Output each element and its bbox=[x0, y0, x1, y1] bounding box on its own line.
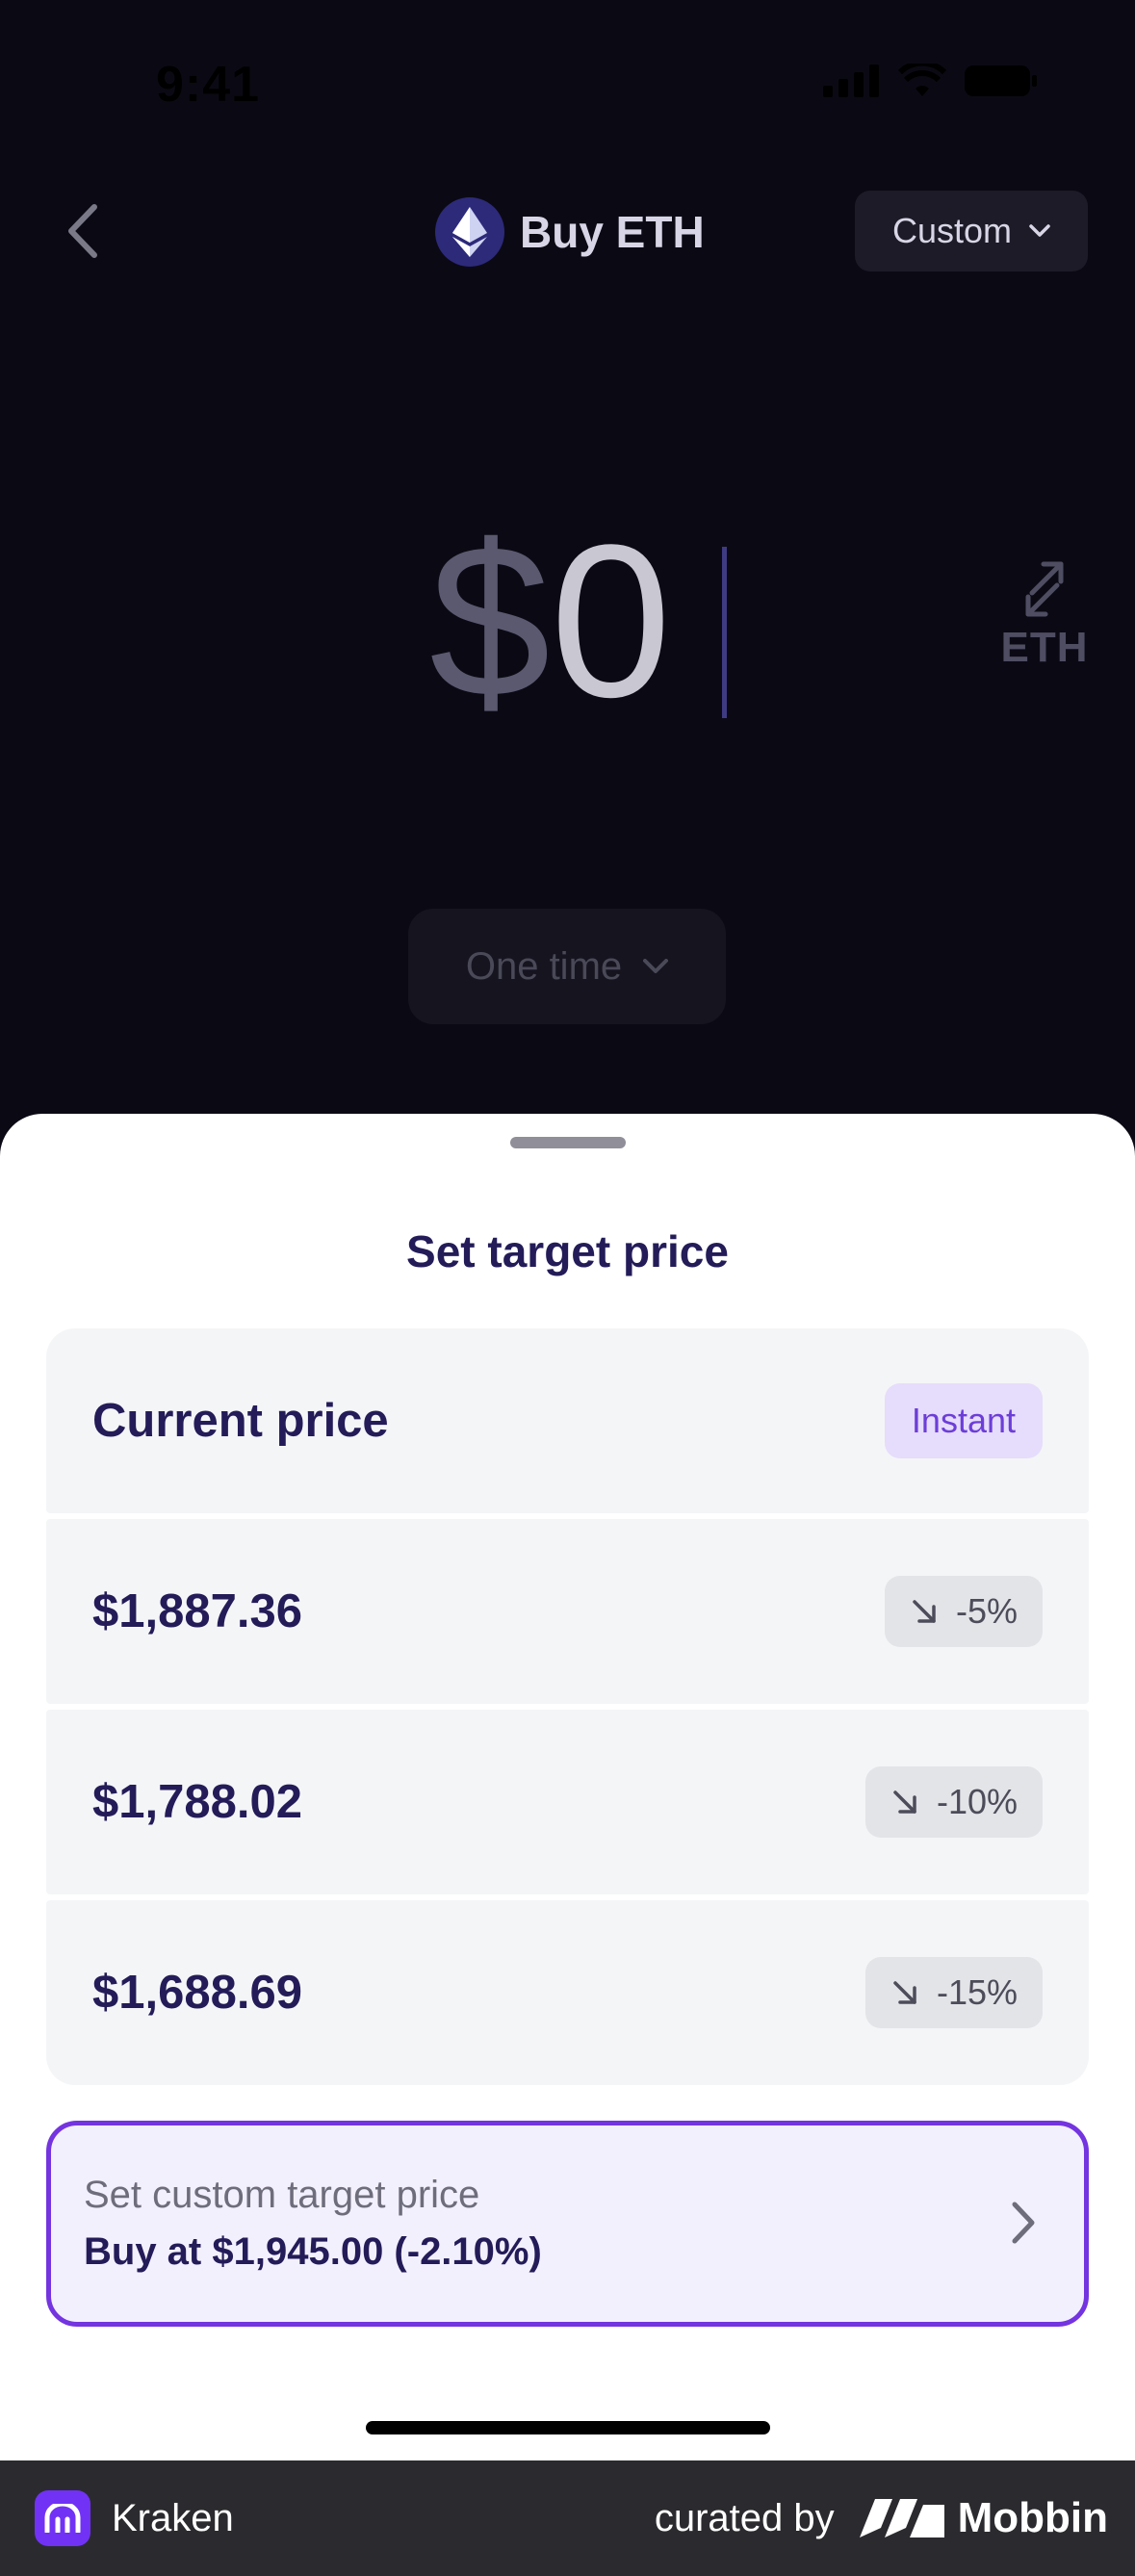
ethereum-icon bbox=[435, 197, 504, 267]
custom-target-subtitle: Buy at $1,945.00 (-2.10%) bbox=[84, 2230, 542, 2273]
amount-display[interactable]: $ 0 bbox=[429, 499, 672, 742]
change-value: -10% bbox=[936, 1782, 1018, 1821]
chevron-left-icon bbox=[68, 204, 97, 258]
option-price-minus-5[interactable]: $1,887.36 -5% bbox=[46, 1519, 1089, 1704]
text-cursor bbox=[722, 547, 727, 718]
option-label: $1,788.02 bbox=[92, 1776, 302, 1828]
option-current-price[interactable]: Current price Instant bbox=[46, 1328, 1089, 1513]
mobbin-wordmark: Mobbin bbox=[957, 2494, 1108, 2541]
arrow-down-right-icon bbox=[893, 1981, 916, 2004]
mobbin-brand: Mobbin bbox=[859, 2494, 1108, 2542]
option-price-minus-10[interactable]: $1,788.02 -10% bbox=[46, 1710, 1089, 1894]
arrow-down-right-icon bbox=[893, 1790, 916, 1814]
signal-icon bbox=[823, 64, 879, 97]
chevron-down-icon bbox=[643, 959, 669, 973]
battery-icon bbox=[965, 65, 1037, 96]
change-badge: -15% bbox=[864, 1957, 1043, 2028]
change-badge: -5% bbox=[884, 1576, 1043, 1647]
page-title: Buy ETH bbox=[520, 207, 705, 257]
option-price-minus-15[interactable]: $1,688.69 -15% bbox=[46, 1900, 1089, 2085]
amount-currency: $ bbox=[429, 499, 551, 742]
option-label: $1,688.69 bbox=[92, 1967, 302, 2019]
sheet-grabber[interactable] bbox=[510, 1137, 626, 1148]
wifi-icon bbox=[898, 64, 946, 96]
order-type-label: Custom bbox=[891, 211, 1013, 250]
chevron-right-icon bbox=[1012, 2202, 1035, 2244]
order-type-dropdown[interactable]: Custom bbox=[855, 191, 1088, 271]
back-button[interactable] bbox=[58, 197, 106, 265]
option-label: $1,887.36 bbox=[92, 1585, 302, 1637]
arrow-down-right-icon bbox=[913, 1600, 936, 1623]
footer-curated-by: curated by bbox=[654, 2496, 835, 2539]
amount-value: 0 bbox=[550, 499, 672, 742]
status-icons bbox=[823, 64, 1039, 98]
change-badge: -10% bbox=[864, 1766, 1043, 1838]
target-price-sheet: Set target price Current price Instant $… bbox=[0, 1114, 1135, 2460]
header-title: Buy ETH bbox=[435, 196, 705, 268]
chevron-down-icon bbox=[1029, 224, 1050, 237]
home-indicator bbox=[366, 2421, 770, 2434]
app-screen: 9:41 Buy ETH Custom $ 0 ETH One time Set… bbox=[0, 0, 1135, 2460]
change-value: -15% bbox=[936, 1972, 1018, 2012]
instant-badge: Instant bbox=[884, 1383, 1043, 1458]
footer-app-name: Kraken bbox=[112, 2496, 234, 2539]
footer-app: Kraken bbox=[35, 2490, 234, 2546]
change-value: -5% bbox=[955, 1591, 1018, 1631]
sheet-title: Set target price bbox=[406, 1226, 729, 1276]
swap-unit-button[interactable]: ETH bbox=[992, 560, 1097, 685]
status-time: 9:41 bbox=[156, 57, 261, 113]
swap-unit-label: ETH bbox=[1000, 624, 1089, 671]
custom-target-price-button[interactable]: Set custom target price Buy at $1,945.00… bbox=[46, 2121, 1089, 2327]
kraken-logo-icon bbox=[35, 2490, 90, 2546]
attribution-footer: Kraken curated by Mobbin bbox=[0, 2460, 1135, 2576]
mobbin-logo-icon bbox=[859, 2499, 944, 2537]
frequency-dropdown[interactable]: One time bbox=[408, 909, 726, 1024]
footer-credit: curated by Mobbin bbox=[655, 2494, 1108, 2542]
frequency-label: One time bbox=[465, 944, 623, 988]
swap-arrows-icon bbox=[1025, 561, 1064, 617]
option-label: Current price bbox=[92, 1395, 389, 1447]
custom-target-title: Set custom target price bbox=[84, 2174, 480, 2216]
